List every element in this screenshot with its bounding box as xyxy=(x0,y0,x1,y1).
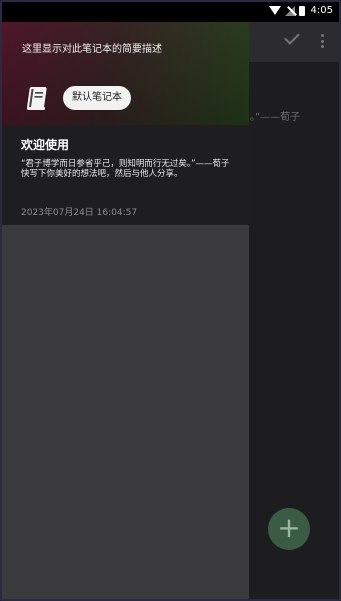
drawer-header: 这里显示对此笔记本的简要描述 默认笔记本 xyxy=(2,22,249,125)
app-frame: 4:05 。”——荀子 + 这里显示对此笔记本的简要描述 默认笔记本 欢迎使用 … xyxy=(0,0,341,601)
battery-icon xyxy=(298,5,305,16)
background-note-snippet: 。”——荀子 xyxy=(250,112,301,123)
book-icon xyxy=(27,87,47,110)
check-icon[interactable] xyxy=(284,29,300,45)
status-icons: 4:05 xyxy=(268,5,333,16)
note-date: 2023年07月24日 16:04:57 xyxy=(21,208,138,218)
notebook-selector-chip[interactable]: 默认笔记本 xyxy=(63,86,131,110)
note-title: 欢迎使用 xyxy=(21,138,70,152)
more-vert-icon[interactable] xyxy=(321,34,324,48)
notebook-description: 这里显示对此笔记本的简要描述 xyxy=(22,44,162,55)
wifi-icon xyxy=(268,6,281,15)
add-icon: + xyxy=(277,511,301,544)
add-note-button[interactable]: + xyxy=(268,508,310,550)
navigation-drawer: 这里显示对此笔记本的简要描述 默认笔记本 欢迎使用 “君子博学而日参省乎己，则知… xyxy=(2,22,249,599)
note-preview: “君子博学而日参省乎己，则知明而行无过矣。”——荀子 快写下你美好的想法吧，然后… xyxy=(21,159,230,179)
note-card[interactable]: 欢迎使用 “君子博学而日参省乎己，则知明而行无过矣。”——荀子 快写下你美好的想… xyxy=(2,125,249,225)
signal-icon xyxy=(284,5,295,16)
status-time: 4:05 xyxy=(310,5,333,16)
status-bar: 4:05 xyxy=(2,2,339,22)
